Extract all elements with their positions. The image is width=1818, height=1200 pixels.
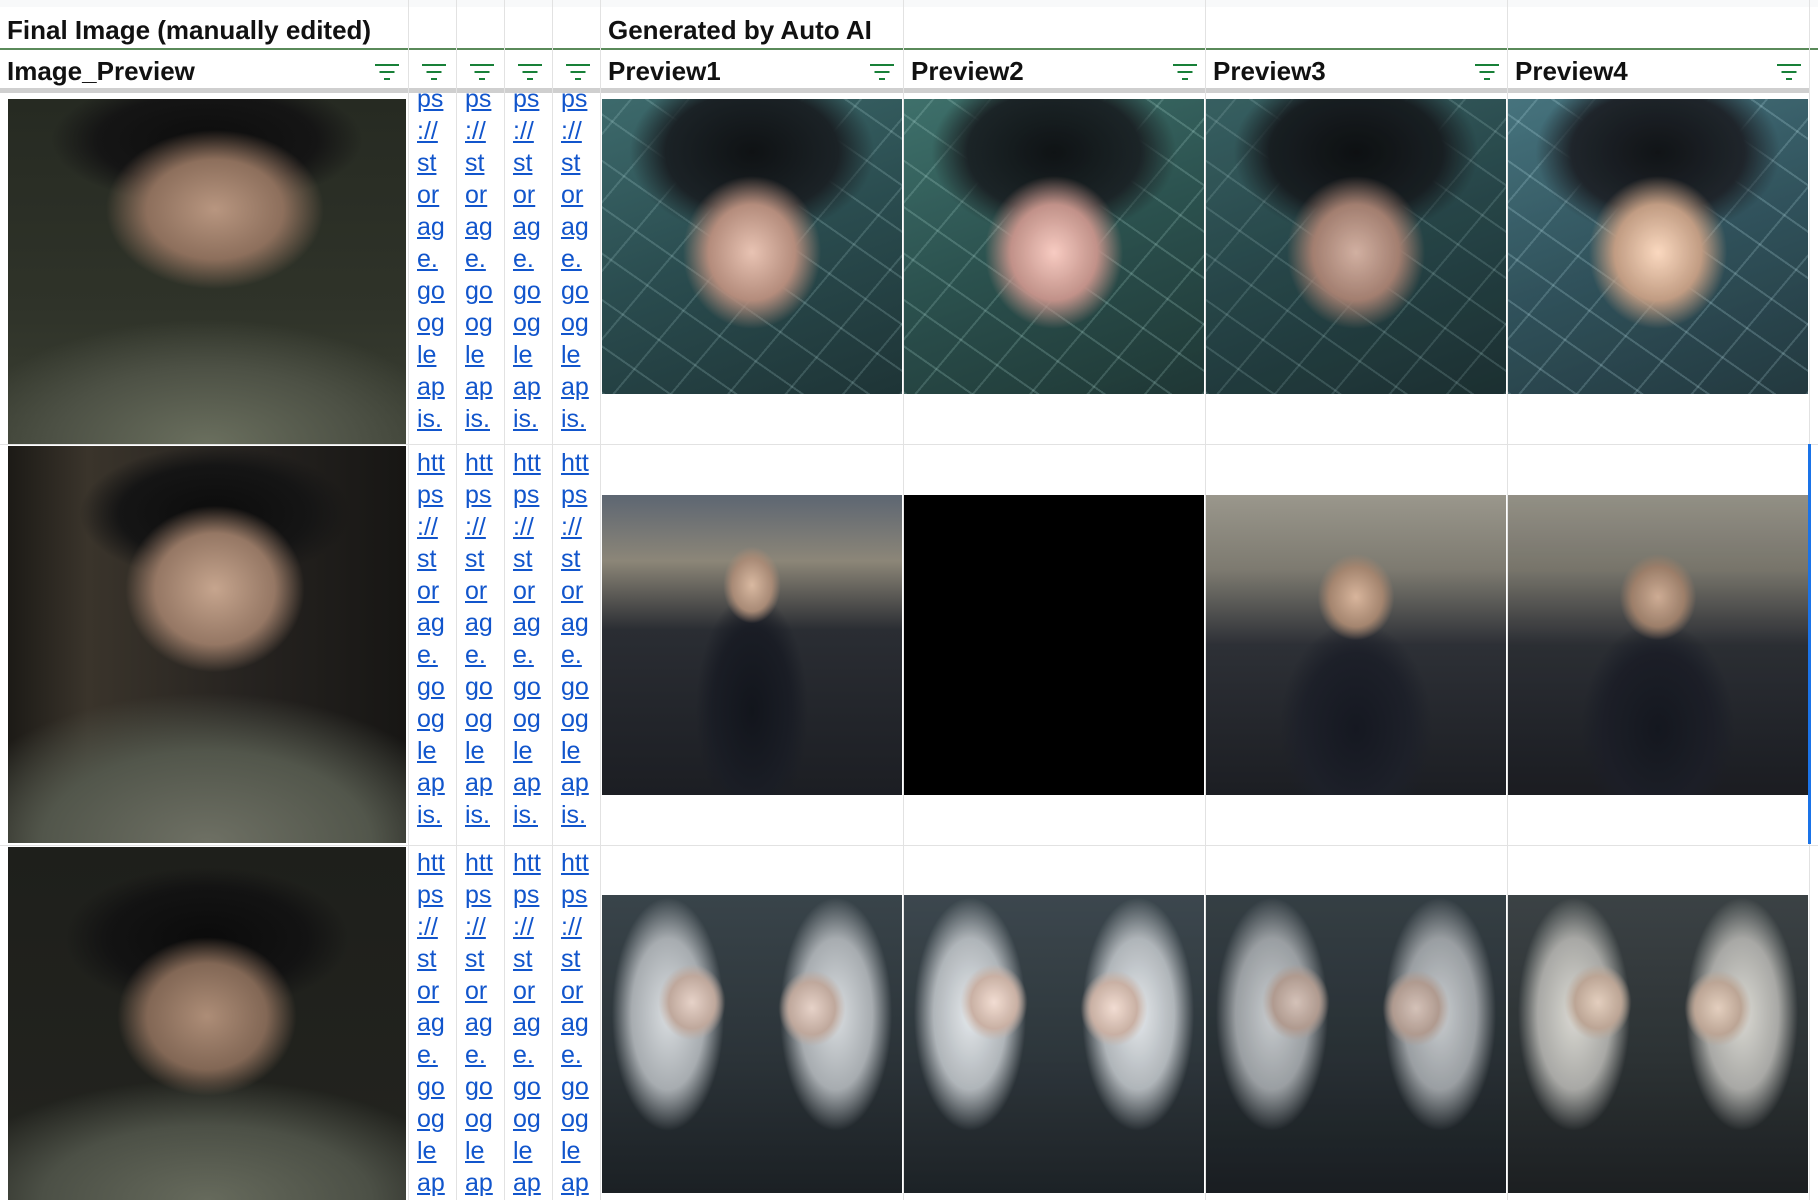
url-cell[interactable]: htt ps :// st or ag e. go og le ap is.	[457, 447, 504, 844]
column-header-image-preview-label: Image_Preview	[7, 56, 195, 86]
filter-icon[interactable]	[469, 64, 495, 82]
preview-image-row1-2[interactable]	[904, 99, 1204, 394]
url-cell[interactable]: ps :// st or ag e. go og le ap is.	[457, 83, 504, 444]
url-cell[interactable]: htt ps :// st or ag e. go og le ap is.	[553, 847, 600, 1200]
group-header-final-label: Final Image (manually edited)	[7, 15, 372, 45]
preview-image-row2-1[interactable]	[602, 495, 902, 795]
column-header-preview1[interactable]: Preview1	[601, 50, 903, 93]
column-header-image-preview[interactable]: Image_Preview	[0, 50, 408, 93]
column-header-preview1-label: Preview1	[608, 56, 721, 86]
url-cell[interactable]: ps :// st or ag e. go og le ap is.	[553, 83, 600, 444]
preview-image-row3-4[interactable]	[1508, 895, 1808, 1193]
filter-icon[interactable]	[374, 64, 400, 82]
url-cell[interactable]: htt ps :// st or ag e. go og le ap is.	[505, 447, 552, 844]
preview-image-row3-2[interactable]	[904, 895, 1204, 1193]
group-header-blank-2[interactable]	[457, 7, 504, 50]
filter-icon[interactable]	[421, 64, 447, 82]
group-header-blank-4[interactable]	[553, 7, 600, 50]
final-image-row3[interactable]	[8, 847, 406, 1200]
grid-line	[0, 845, 1818, 846]
url-cell[interactable]: ps :// st or ag e. go og le ap is.	[505, 83, 552, 444]
group-header-generated-label: Generated by Auto AI	[608, 15, 872, 45]
preview-image-row1-1[interactable]	[602, 99, 902, 394]
url-cell[interactable]: htt ps :// st or ag e. go og le ap is.	[553, 447, 600, 844]
preview-image-row2-4[interactable]	[1508, 495, 1808, 795]
group-header-blank-3[interactable]	[505, 7, 552, 50]
group-header-generated[interactable]: Generated by Auto AI	[601, 7, 1818, 50]
column-header-preview2[interactable]: Preview2	[904, 50, 1206, 93]
preview-image-row1-3[interactable]	[1206, 99, 1506, 394]
column-header-preview3-label: Preview3	[1213, 56, 1326, 86]
filter-icon[interactable]	[1172, 64, 1198, 82]
preview-image-row1-4[interactable]	[1508, 99, 1808, 394]
url-cell[interactable]: htt ps :// st or ag e. go og le ap is.	[409, 447, 456, 844]
filter-icon[interactable]	[517, 64, 543, 82]
url-cell[interactable]: htt ps :// st or ag e. go og le ap is.	[457, 847, 504, 1200]
grid-line	[600, 0, 601, 1200]
preview-image-row3-3[interactable]	[1206, 895, 1506, 1193]
url-cell[interactable]: htt ps :// st or ag e. go og le ap is.	[409, 847, 456, 1200]
column-header-preview4[interactable]: Preview4	[1508, 50, 1810, 93]
grid-line	[0, 444, 1818, 445]
filter-icon[interactable]	[1474, 64, 1500, 82]
filter-icon[interactable]	[1776, 64, 1802, 82]
preview-image-row2-2[interactable]	[904, 495, 1204, 795]
column-header-preview3[interactable]: Preview3	[1206, 50, 1508, 93]
url-cell[interactable]: ps :// st or ag e. go og le ap is.	[409, 83, 456, 444]
filter-icon[interactable]	[565, 64, 591, 82]
column-header-preview4-label: Preview4	[1515, 56, 1628, 86]
selected-cell-border	[1808, 444, 1811, 844]
final-image-row1[interactable]	[8, 99, 406, 444]
preview-image-row2-3[interactable]	[1206, 495, 1506, 795]
preview-image-row3-1[interactable]	[602, 895, 902, 1193]
final-image-row2[interactable]	[8, 446, 406, 843]
url-cell[interactable]: htt ps :// st or ag e. go og le ap is.	[505, 847, 552, 1200]
group-header-blank-1[interactable]	[409, 7, 456, 50]
group-header-final[interactable]: Final Image (manually edited)	[0, 7, 408, 50]
column-header-preview2-label: Preview2	[911, 56, 1024, 86]
filter-icon[interactable]	[869, 64, 895, 82]
